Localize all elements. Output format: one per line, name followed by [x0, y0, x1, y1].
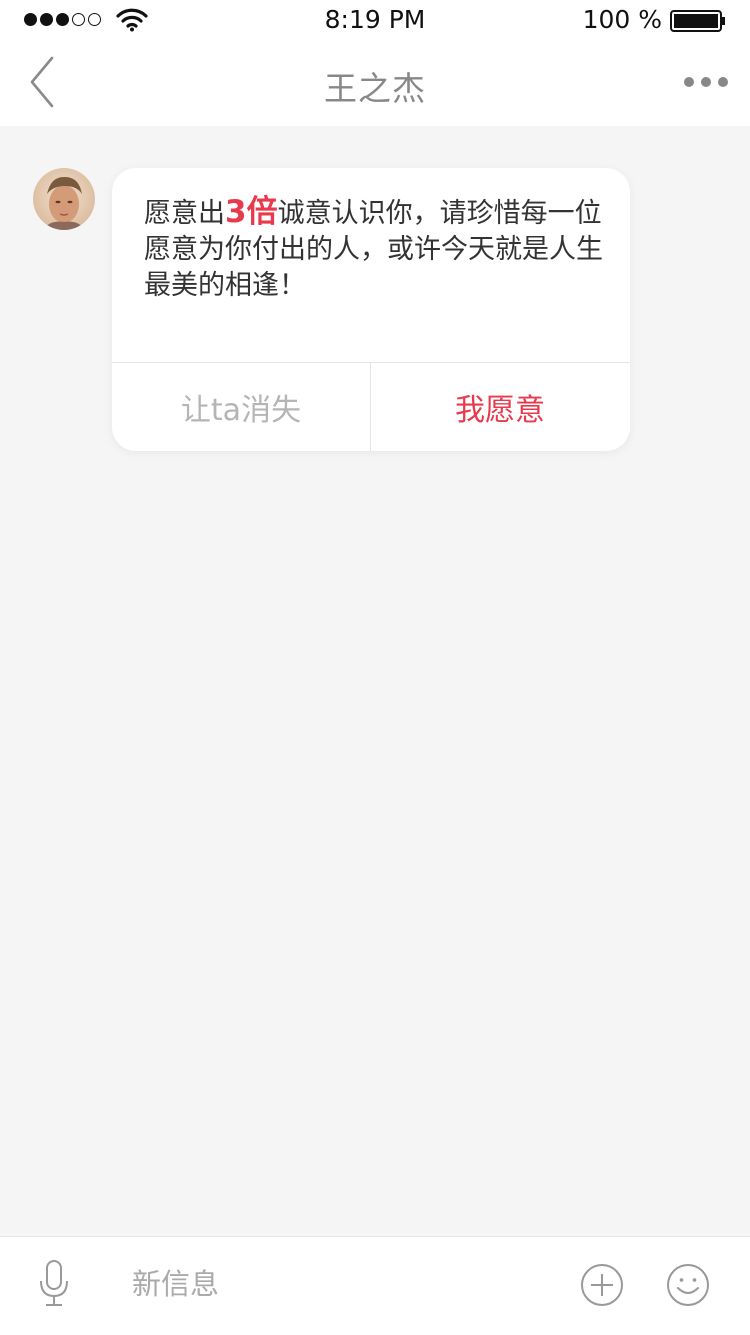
nav-bar: 王之杰 — [0, 40, 750, 126]
more-dot — [718, 77, 728, 87]
dismiss-button[interactable]: 让ta消失 — [112, 363, 370, 451]
more-horizontal-icon[interactable] — [684, 70, 728, 94]
battery-icon — [670, 10, 725, 32]
message-prefix: 愿意出 — [144, 198, 225, 229]
accept-button[interactable]: 我愿意 — [371, 363, 629, 451]
invite-card: 愿意出3倍诚意认识你，请珍惜每一位愿意为你付出的人，或许今天就是人生最美的相逢！… — [112, 168, 630, 451]
input-bar — [0, 1236, 750, 1335]
invite-message: 愿意出3倍诚意认识你，请珍惜每一位愿意为你付出的人，或许今天就是人生最美的相逢！ — [144, 194, 604, 304]
plus-circle-icon[interactable] — [580, 1263, 624, 1307]
page-title: 王之杰 — [324, 69, 426, 108]
emoji-icon[interactable] — [666, 1263, 710, 1307]
status-bar: 8:19 PM 100 % — [0, 0, 750, 40]
avatar-image — [33, 168, 95, 230]
message-highlight: 3倍 — [225, 194, 278, 230]
more-dot — [701, 77, 711, 87]
more-dot — [684, 77, 694, 87]
battery-percent: 100 % — [582, 5, 662, 34]
microphone-icon[interactable] — [36, 1259, 72, 1309]
avatar[interactable] — [33, 168, 95, 230]
message-input[interactable] — [132, 1259, 532, 1309]
